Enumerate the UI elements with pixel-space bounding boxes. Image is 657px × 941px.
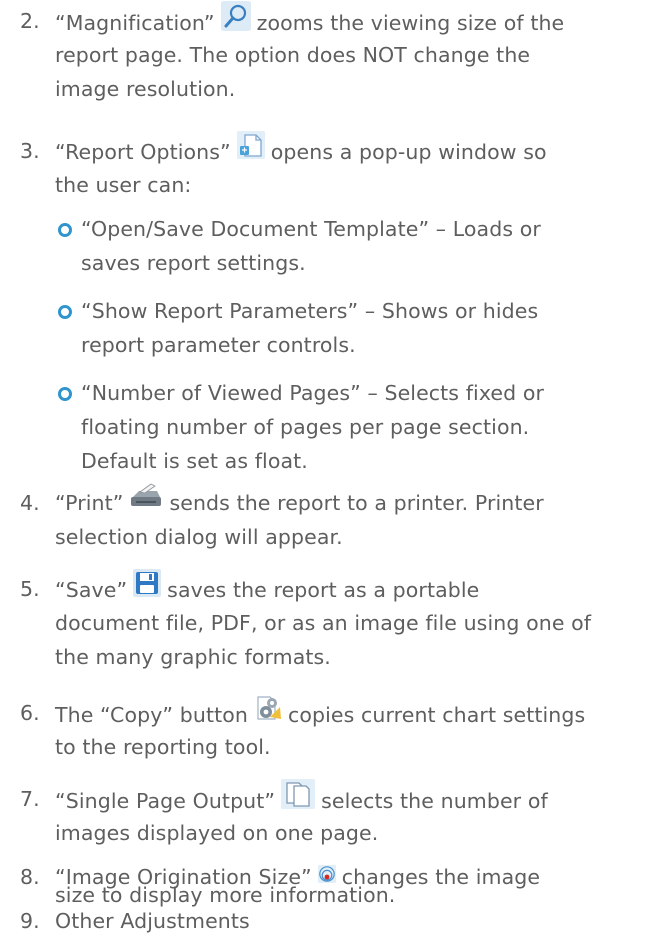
item-number: 2. <box>20 9 40 33</box>
item-number: 7. <box>20 787 40 811</box>
pages-icon <box>281 779 316 819</box>
item-number: 9. <box>20 909 40 933</box>
sub-item-text: “Show Report Parameters” – Shows or hide… <box>81 299 539 323</box>
item-text: The “Copy” button <box>55 703 248 727</box>
printer-icon <box>129 483 163 519</box>
bullet-icon <box>58 387 72 401</box>
item-number: 5. <box>20 577 40 601</box>
item-text: “Report Options” <box>55 140 231 164</box>
item-text: “Print” <box>55 491 124 515</box>
item-text: the user can: <box>55 173 192 197</box>
item-text: selects the number of <box>321 789 548 813</box>
item-text: copies current chart settings <box>288 703 586 727</box>
sub-item-text: “Number of Viewed Pages” – Selects fixed… <box>81 381 545 405</box>
bullet-icon <box>58 223 72 237</box>
item-text: “Magnification” <box>55 11 215 35</box>
item-text: zooms the viewing size of the <box>256 11 565 35</box>
item-number: 8. <box>20 865 40 889</box>
item-text: the many graphic formats. <box>55 645 331 669</box>
item-number: 4. <box>20 491 40 515</box>
magnifier-icon <box>220 1 251 41</box>
sub-item-text: “Open/Save Document Template” – Loads or <box>81 217 541 241</box>
origination-size-icon <box>317 865 336 885</box>
item-text: document file, PDF, or as an image file … <box>55 611 592 635</box>
item-text: saves the report as a portable <box>167 578 480 602</box>
item-text: “Save” <box>55 578 128 602</box>
copy-settings-icon <box>254 693 282 733</box>
sub-item-text: Default is set as float. <box>81 449 308 473</box>
sub-item-text: saves report settings. <box>81 251 306 275</box>
item-text: to the reporting tool. <box>55 735 271 759</box>
floppy-disk-icon <box>133 569 162 607</box>
report-options-icon <box>236 131 265 169</box>
sub-item-text: report parameter controls. <box>81 333 356 357</box>
item-text: report page. The option does NOT change … <box>55 43 531 67</box>
item-text: selection dialog will appear. <box>55 525 343 549</box>
bullet-icon <box>58 305 72 319</box>
item-text: sends the report to a printer. Printer <box>169 491 544 515</box>
item-text: image resolution. <box>55 77 236 101</box>
item-number: 6. <box>20 701 40 725</box>
item-text: “Single Page Output” <box>55 789 276 813</box>
sub-item-text: floating number of pages per page sectio… <box>81 415 530 439</box>
item-text: images displayed on one page. <box>55 821 379 845</box>
item-number: 3. <box>20 139 40 163</box>
item-text: Other Adjustments <box>55 909 250 933</box>
item-text: opens a pop-up window so <box>270 140 547 164</box>
item-text: size to display more information. <box>55 883 396 907</box>
